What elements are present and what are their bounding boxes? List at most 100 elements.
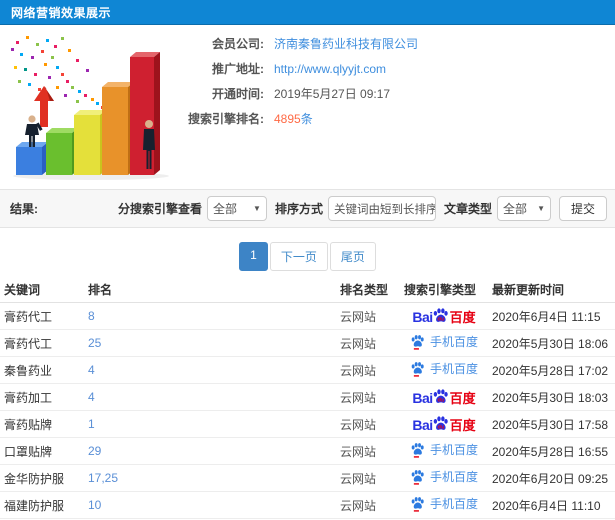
company-link[interactable]: 济南秦鲁药业科技有限公司: [274, 35, 418, 52]
rank-type-cell: 云网站: [336, 491, 400, 519]
table-row: 膏药代工 8 云网站 Bai du 百度 2020年6月4日 11:15: [0, 302, 615, 330]
open-time-value: 2019年5月27日 09:17: [274, 87, 391, 101]
rank-link[interactable]: 8: [88, 309, 95, 323]
mobile-baidu-icon: [411, 334, 424, 350]
submit-button[interactable]: 提交: [558, 196, 607, 221]
rank-link[interactable]: 10: [88, 498, 101, 512]
result-label: 结果:: [10, 202, 38, 216]
keyword-cell: 金华防护服: [0, 464, 84, 492]
mobile-baidu-label: 手机百度: [429, 362, 478, 377]
article-type-select[interactable]: 全部 ▼: [496, 196, 551, 221]
mobile-baidu-icon: [411, 469, 424, 485]
rank-cell: 29: [84, 437, 336, 465]
keyword-cell: 膏药贴牌: [0, 410, 84, 438]
title-bar: 网络营销效果展示: [0, 0, 615, 25]
sort-label: 排序方式: [274, 202, 323, 216]
page-button-current[interactable]: 1: [239, 242, 268, 271]
mobile-baidu-icon: [411, 496, 424, 512]
mobile-baidu-icon: [411, 361, 424, 377]
table-row: 膏药代工 25 云网站 手机百度 2020年5月30日 18:06: [0, 329, 615, 357]
updated-cell: 2020年5月30日 17:58: [488, 410, 615, 438]
updated-cell: 2020年5月28日 17:02: [488, 356, 615, 384]
promotion-url-link[interactable]: http://www.qlyyjt.com: [274, 62, 386, 76]
mobile-baidu-badge: 手机百度: [410, 495, 478, 512]
table-row: 膏药贴牌 1 云网站 Bai du 百度 2020年5月30日 17:58: [0, 410, 615, 438]
baidu-paw-icon: du: [433, 389, 448, 404]
updated-cell: 2020年6月20日 09:25: [488, 464, 615, 492]
field-open-time: 开通时间: 2019年5月27日 09:17: [176, 87, 418, 101]
field-rank-count: 搜索引擎排名: 4895条: [176, 110, 418, 127]
mobile-baidu-label: 手机百度: [429, 497, 478, 512]
rank-link[interactable]: 25: [88, 336, 101, 350]
mobile-baidu-badge: 手机百度: [410, 468, 478, 485]
keyword-cell: 口罩贴牌: [0, 437, 84, 465]
table-row: 膏药加工 4 云网站 Bai du 百度 2020年5月30日 18:03: [0, 383, 615, 411]
mobile-baidu-label: 手机百度: [429, 335, 478, 350]
filter-controls: 分搜索引擎查看 全部 ▼ 排序方式 关键词由短到长排序 ▼ 文章类型 全部 ▼ …: [110, 196, 607, 221]
page-title: 网络营销效果展示: [11, 5, 112, 20]
rank-cell: 4: [84, 383, 336, 411]
engine-filter-label: 分搜索引擎查看: [117, 202, 202, 216]
article-type-label: 文章类型: [443, 202, 492, 216]
table-row: 金华防护服 17,25 云网站 手机百度 2020年6月20日 09:25: [0, 464, 615, 492]
updated-cell: 2020年5月30日 18:06: [488, 329, 615, 357]
engine-filter-select[interactable]: 全部 ▼: [206, 196, 267, 221]
engine-type-cell: 手机百度: [400, 356, 488, 384]
col-header-updated: 最新更新时间: [488, 277, 615, 303]
rank-link[interactable]: 17,25: [88, 471, 118, 485]
rank-type-cell: 云网站: [336, 437, 400, 465]
baidu-logo-bai: Bai: [412, 417, 433, 433]
rank-link[interactable]: 4: [88, 363, 95, 377]
marketing-results-window: 网络营销效果展示 会员公司: 济南秦鲁药业科技有限公司 推广地址: http:/…: [0, 0, 615, 520]
bar-yellow: [74, 110, 106, 175]
baidu-logo-cn: 百度: [449, 391, 476, 406]
baidu-logo: Bai du 百度: [412, 307, 476, 325]
rank-type-cell: 云网站: [336, 383, 400, 411]
rank-link[interactable]: 4: [88, 390, 95, 404]
mobile-baidu-icon: [411, 442, 424, 458]
table-header-row: 关键词 排名 排名类型 搜索引擎类型 最新更新时间: [0, 277, 615, 303]
svg-text:du: du: [437, 398, 444, 404]
keyword-cell: 膏药代工: [0, 302, 84, 330]
svg-text:du: du: [437, 425, 444, 431]
rank-type-cell: 云网站: [336, 329, 400, 357]
engine-type-cell: 手机百度: [400, 491, 488, 519]
engine-type-cell: Baidu 百度: [400, 383, 488, 411]
engine-type-cell: Baidu 百度: [400, 302, 488, 330]
keyword-cell: 秦鲁药业: [0, 356, 84, 384]
table-body: 膏药代工 8 云网站 Bai du 百度 2020年6月4日 11:15 膏药代工 25 云网站手…: [0, 302, 615, 520]
rank-cell: 8: [84, 302, 336, 330]
rank-cell: 25: [84, 329, 336, 357]
baidu-paw-icon: du: [433, 308, 448, 323]
keyword-cell: 膏药代工: [0, 329, 84, 357]
bar-orange: [102, 82, 134, 175]
sort-value: 关键词由短到长排序: [333, 203, 436, 216]
field-url: 推广地址: http://www.qlyyjt.com: [176, 62, 418, 77]
bar-red: [130, 52, 160, 175]
table-row: 口罩贴牌 29 云网站 手机百度 2020年5月28日 16:55: [0, 437, 615, 465]
field-company: 会员公司: 济南秦鲁药业科技有限公司: [176, 35, 418, 52]
rank-type-cell: 云网站: [336, 356, 400, 384]
up-arrow-icon: [34, 86, 54, 127]
updated-cell: 2020年6月4日 11:10: [488, 491, 615, 519]
rank-count-unit: 条: [300, 112, 313, 126]
confetti-dots: [11, 36, 104, 109]
keyword-cell: 膏药加工: [0, 383, 84, 411]
next-page-button[interactable]: 下一页: [269, 242, 328, 271]
chevron-down-icon: ▼: [537, 204, 545, 213]
rank-cell: 10: [84, 491, 336, 519]
svg-text:du: du: [437, 317, 444, 323]
rank-link[interactable]: 1: [88, 417, 95, 431]
mobile-baidu-badge: 手机百度: [410, 360, 478, 377]
rank-count-value: 4895条: [274, 110, 313, 127]
mobile-baidu-badge: 手机百度: [410, 441, 478, 458]
engine-type-cell: Baidu 百度: [400, 410, 488, 438]
rank-link[interactable]: 29: [88, 444, 101, 458]
last-page-button[interactable]: 尾页: [329, 242, 376, 271]
company-info-fields: 会员公司: 济南秦鲁药业科技有限公司 推广地址: http://www.qlyy…: [176, 29, 418, 187]
updated-cell: 2020年5月28日 16:55: [488, 437, 615, 465]
mobile-baidu-label: 手机百度: [429, 443, 478, 458]
sort-select[interactable]: 关键词由短到长排序 ▼: [327, 196, 436, 221]
table-row: 秦鲁药业 4 云网站 手机百度 2020年5月28日 17:02: [0, 356, 615, 384]
baidu-logo-bai: Bai: [412, 309, 433, 325]
